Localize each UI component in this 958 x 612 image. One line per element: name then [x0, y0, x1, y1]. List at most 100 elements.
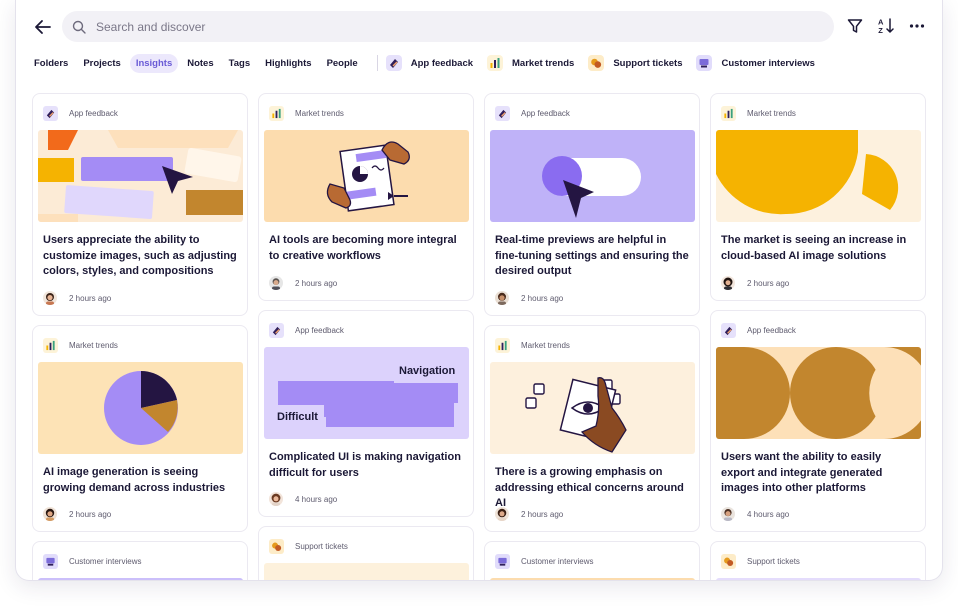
- app-feedback-icon: [43, 105, 58, 121]
- card-title: Users want the ability to easily export …: [721, 451, 883, 494]
- card-tag: Market trends: [269, 105, 344, 121]
- insight-card[interactable]: Market trends There is a growing emphasi…: [484, 325, 700, 532]
- card-meta: 2 hours ago: [495, 506, 563, 522]
- avatar: [495, 507, 509, 521]
- insight-card[interactable]: Customer interviews: [484, 541, 700, 580]
- card-tag: Support tickets: [269, 538, 348, 554]
- insight-card[interactable]: App feedback Real-time previews are help…: [484, 93, 700, 316]
- card-illustration: [264, 563, 469, 580]
- app-feedback-icon: [385, 55, 402, 71]
- support-tickets-icon: [588, 55, 605, 71]
- card-tag-label: App feedback: [295, 325, 344, 335]
- card-tag-label: Customer interviews: [69, 556, 142, 566]
- card-tag: Market trends: [721, 105, 796, 121]
- more-button[interactable]: [907, 16, 927, 36]
- insight-card[interactable]: Market trends The market is seeing an in…: [710, 93, 926, 301]
- card-illustration: [490, 130, 695, 222]
- chip-label: Market trends: [512, 57, 575, 69]
- insight-card[interactable]: Market trends AI tools are becoming more…: [258, 93, 474, 301]
- tab-people[interactable]: People: [321, 54, 364, 73]
- insight-card[interactable]: Market trends AI image generation is see…: [32, 325, 248, 532]
- card-tag-label: Market trends: [521, 340, 570, 350]
- insight-card[interactable]: App feedback Navigation Difficult Compli…: [258, 310, 474, 517]
- filter-tabs: Folders Projects Insights Notes Tags Hig…: [28, 52, 829, 74]
- card-tag: Customer interviews: [43, 553, 141, 569]
- avatar: [43, 507, 57, 521]
- card-meta: 2 hours ago: [269, 275, 337, 291]
- filter-icon: [847, 19, 863, 33]
- avatar: [721, 276, 735, 290]
- chip-app-feedback[interactable]: App feedback: [385, 55, 474, 71]
- card-title: Users appreciate the ability to customiz…: [43, 234, 237, 277]
- card-tag: App feedback: [721, 322, 796, 338]
- card-title: Real-time previews are helpful in fine-t…: [495, 234, 689, 277]
- arrow-left-icon: [35, 20, 51, 34]
- card-tag: App feedback: [495, 105, 570, 121]
- card-illustration: [490, 362, 695, 454]
- search-input[interactable]: [94, 18, 798, 35]
- chip-label: App feedback: [410, 57, 474, 69]
- sort-button[interactable]: AZ: [876, 16, 896, 36]
- tab-insights[interactable]: Insights: [129, 53, 179, 73]
- card-meta: 4 hours ago: [269, 491, 337, 507]
- search-bar[interactable]: [62, 11, 834, 42]
- chip-customer-interviews[interactable]: Customer interviews: [696, 55, 815, 71]
- card-illustration: [38, 362, 243, 454]
- card-tag: Support tickets: [721, 553, 800, 569]
- card-title: There is a growing emphasis on addressin…: [495, 466, 684, 509]
- sort-az-icon: AZ: [878, 18, 894, 35]
- market-trends-icon: [487, 55, 504, 71]
- filter-button[interactable]: [845, 16, 865, 36]
- card-tag-label: Market trends: [69, 340, 118, 350]
- card-illustration: Navigation Difficult: [264, 347, 469, 439]
- card-illustration: [38, 578, 243, 580]
- card-timestamp: 2 hours ago: [521, 509, 564, 519]
- svg-text:Z: Z: [878, 26, 883, 35]
- tab-notes[interactable]: Notes: [181, 54, 219, 73]
- back-button[interactable]: [30, 14, 56, 40]
- card-tag: Customer interviews: [495, 553, 593, 569]
- card-tag-label: App feedback: [69, 108, 118, 118]
- insight-card[interactable]: App feedback Users want the ability to e…: [710, 310, 926, 532]
- card-tag-label: App feedback: [747, 325, 796, 335]
- card-timestamp: 2 hours ago: [747, 278, 790, 288]
- tab-projects[interactable]: Projects: [77, 54, 127, 73]
- app-window: AZ Folders Projects Insights Notes Tags …: [15, 0, 943, 581]
- insight-card[interactable]: Customer interviews: [32, 541, 248, 580]
- card-meta: 2 hours ago: [43, 290, 111, 306]
- card-tag-label: Support tickets: [747, 556, 800, 566]
- card-illustration: [38, 130, 243, 222]
- card-title: AI image generation is seeing growing de…: [43, 466, 226, 494]
- card-timestamp: 2 hours ago: [69, 293, 112, 303]
- avatar: [269, 276, 283, 290]
- insight-card[interactable]: App feedback Users appreciate the abilit…: [32, 93, 248, 316]
- chip-label: Support tickets: [613, 57, 683, 69]
- chip-label: Customer interviews: [721, 57, 815, 69]
- card-title: AI tools are becoming more integral to c…: [269, 234, 457, 262]
- market-trends-icon: [43, 337, 58, 353]
- card-tag-label: Market trends: [295, 108, 344, 118]
- tab-highlights[interactable]: Highlights: [259, 54, 317, 73]
- customer-interviews-icon: [696, 55, 713, 71]
- support-tickets-icon: [269, 538, 284, 554]
- chip-market-trends[interactable]: Market trends: [487, 55, 574, 71]
- insight-card[interactable]: Support tickets: [258, 526, 474, 580]
- card-meta: 2 hours ago: [43, 506, 111, 522]
- market-trends-icon: [269, 105, 284, 121]
- market-trends-icon: [495, 337, 510, 353]
- support-tickets-icon: [721, 553, 736, 569]
- chip-support-tickets[interactable]: Support tickets: [588, 55, 682, 71]
- search-icon: [71, 19, 87, 35]
- app-feedback-icon: [721, 322, 736, 338]
- tab-folders[interactable]: Folders: [28, 54, 74, 73]
- card-timestamp: 2 hours ago: [69, 509, 112, 519]
- card-illustration: [716, 130, 921, 222]
- illustration-label: Difficult: [277, 411, 318, 423]
- tab-tags[interactable]: Tags: [223, 54, 256, 73]
- tabs-divider: [376, 55, 378, 71]
- market-trends-icon: [721, 105, 736, 121]
- card-illustration: [264, 130, 469, 222]
- insight-card[interactable]: Support tickets: [710, 541, 926, 580]
- card-tag: Market trends: [495, 337, 570, 353]
- card-tag-label: Market trends: [747, 108, 796, 118]
